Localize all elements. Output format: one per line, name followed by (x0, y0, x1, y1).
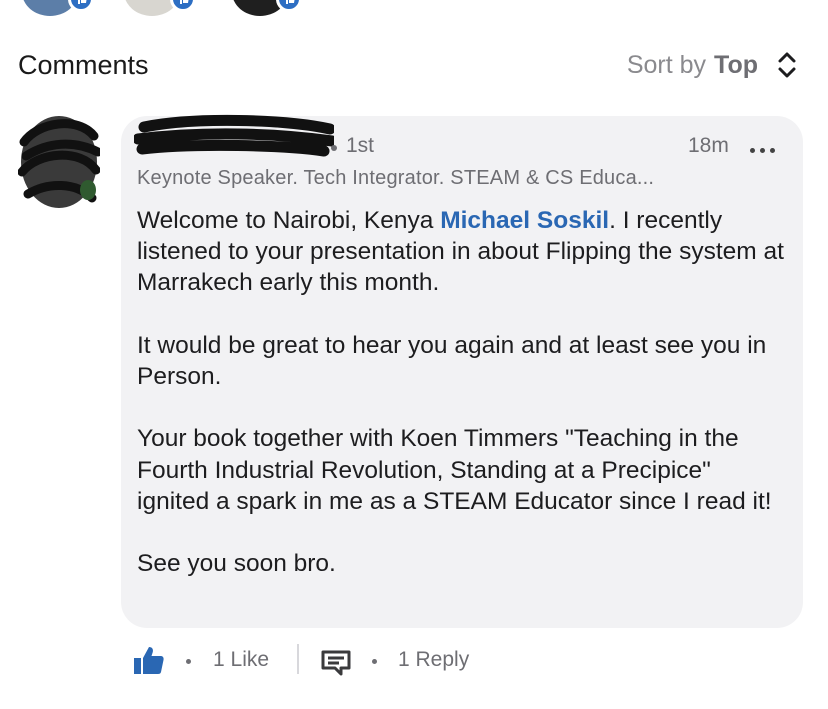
comment-text: Welcome to Nairobi, Kenya Michael Soskil… (137, 205, 787, 611)
sort-label: Sort by (626, 50, 707, 79)
like-badge-icon (68, 0, 94, 12)
reply-icon[interactable] (321, 650, 351, 676)
comment-paragraph: It would be great to hear you again and … (137, 331, 767, 390)
comment-paragraph: Your book together with Koen Timmers "Te… (137, 425, 772, 515)
commenter-avatar[interactable] (18, 112, 100, 210)
comment-paragraph: See you soon bro. (137, 550, 336, 578)
like-count[interactable]: 1 Like (213, 648, 269, 672)
reply-count[interactable]: 1 Reply (398, 648, 469, 672)
commenter-headline: Keynote Speaker. Tech Integrator. STEAM … (137, 167, 655, 189)
like-badge-icon (170, 0, 196, 12)
sort-control[interactable]: Sort by Top (627, 50, 798, 80)
separator-dot (331, 145, 337, 151)
action-divider (297, 644, 299, 674)
comment-time: 18m (688, 134, 729, 157)
comment-paragraph: Welcome to Nairobi, Kenya Michael Soskil… (137, 207, 784, 297)
connection-degree: 1st (346, 134, 375, 157)
comments-header: Comments Sort by Top (18, 44, 798, 88)
like-badge-icon (276, 0, 302, 12)
sort-value[interactable]: Top (714, 51, 758, 80)
chevron-up-down-icon[interactable] (776, 50, 798, 80)
separator-dot (186, 659, 191, 664)
reactor-avatars (0, 0, 828, 18)
more-options-icon[interactable] (750, 148, 775, 153)
comment-actions: 1 Like 1 Reply (132, 640, 532, 680)
separator-dot (372, 659, 377, 664)
mention-link[interactable]: Michael Soskil (440, 207, 609, 234)
comments-title: Comments (18, 50, 149, 80)
commenter-name-redacted[interactable] (134, 113, 334, 159)
like-thumb-icon[interactable] (132, 644, 166, 676)
